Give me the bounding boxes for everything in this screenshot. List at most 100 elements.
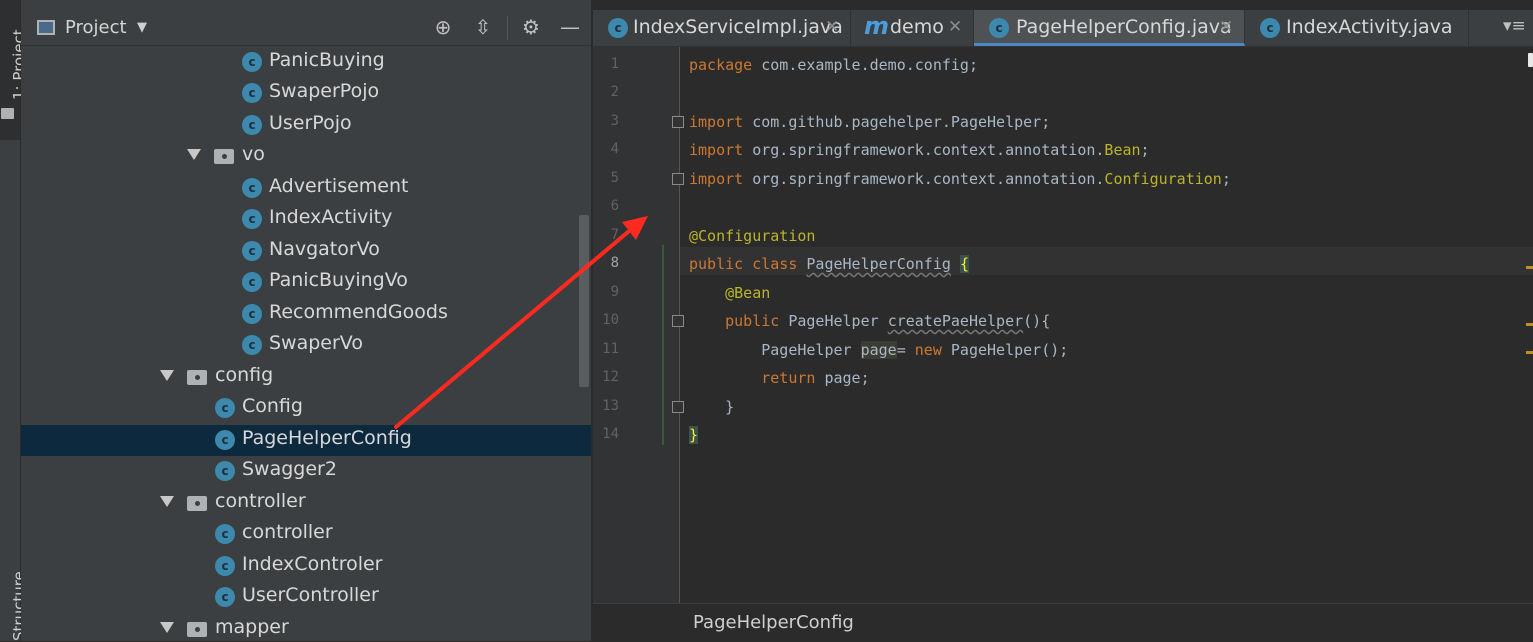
tab-label: PageHelperConfig.java <box>1016 16 1232 38</box>
tree-item[interactable]: c NavgatorVo <box>21 236 591 267</box>
collapse-all-icon[interactable]: ⇳ <box>470 14 496 40</box>
code-token: page <box>860 341 897 359</box>
tree-folder[interactable]: config <box>21 362 591 393</box>
code-token: import <box>689 113 744 131</box>
line-number: 5 <box>610 170 619 186</box>
class-icon: c <box>242 272 262 292</box>
package-folder-icon <box>187 496 207 511</box>
project-view-selector[interactable]: Project <box>65 17 127 38</box>
fold-icon[interactable] <box>672 173 684 185</box>
close-icon[interactable]: ✕ <box>825 17 839 37</box>
tree-item-selected[interactable]: c PageHelperConfig <box>21 425 591 456</box>
breadcrumb: PageHelperConfig <box>593 603 1533 642</box>
warning-stripe-marker[interactable] <box>1526 351 1533 354</box>
code-token: import <box>689 141 744 159</box>
tree-item-label: UserController <box>242 584 379 606</box>
class-icon: c <box>242 209 262 229</box>
tree-item[interactable]: c IndexControler <box>21 551 591 582</box>
code-token: com.example.demo.config; <box>752 56 978 74</box>
tree-folder[interactable]: mapper <box>21 614 591 641</box>
tab-index-activity[interactable]: c IndexActivity.java <box>1246 10 1469 46</box>
gear-icon[interactable]: ⚙ <box>518 14 544 40</box>
tree-item-label: IndexControler <box>242 553 383 575</box>
code-token: { <box>959 255 969 273</box>
breadcrumb-item[interactable]: PageHelperConfig <box>693 612 854 633</box>
warning-stripe-marker[interactable] <box>1526 323 1533 326</box>
code-token: = <box>896 341 915 359</box>
code-line: return page; <box>689 369 869 387</box>
code-line: import com.github.pagehelper.PageHelper; <box>689 113 1050 131</box>
tab-list-icon[interactable]: ▾≡ <box>1503 16 1526 36</box>
tree-item[interactable]: c SwaperVo <box>21 330 591 361</box>
tree-item[interactable]: c IndexActivity <box>21 204 591 235</box>
tree-item-label: Advertisement <box>269 175 409 197</box>
expand-arrow-icon[interactable] <box>160 370 174 381</box>
line-number: 2 <box>610 84 619 100</box>
fold-icon[interactable] <box>672 401 684 413</box>
folder-icon <box>1 108 14 119</box>
code-token: return <box>761 369 825 387</box>
code-line: import org.springframework.context.annot… <box>689 141 1150 159</box>
tree-item-label: PanicBuyingVo <box>269 269 408 291</box>
code-token: public <box>725 312 789 330</box>
locate-icon[interactable]: ⊕ <box>430 14 456 40</box>
tree-item-label: SwaperPojo <box>269 80 380 102</box>
chevron-down-icon[interactable]: ▼ <box>137 20 147 35</box>
code-token: ; <box>1221 170 1231 188</box>
warning-stripe-marker[interactable] <box>1526 266 1533 269</box>
code-line: public PageHelper createPaeHelper(){ <box>689 312 1050 330</box>
line-number: 8 <box>610 255 619 271</box>
code-editor[interactable]: 1 2 3 4 5 6 7 8 9 10 11 12 13 14 package… <box>593 47 1533 603</box>
code-token: package <box>689 56 753 74</box>
tree-item[interactable]: c controller <box>21 519 591 550</box>
code-token: @Configuration <box>689 227 816 245</box>
expand-arrow-icon[interactable] <box>187 149 201 160</box>
code-line: package com.example.demo.config; <box>689 56 978 74</box>
tree-item[interactable]: c SwaperPojo <box>21 78 591 109</box>
tree-item[interactable]: c UserPojo <box>21 110 591 141</box>
tree-item-label: SwaperVo <box>269 332 363 354</box>
tree-item-label: PanicBuying <box>269 49 385 71</box>
tree-item[interactable]: c Swagger2 <box>21 456 591 487</box>
close-icon[interactable]: ✕ <box>948 17 962 37</box>
fold-icon[interactable] <box>672 116 684 128</box>
tree-item[interactable]: c RecommendGoods <box>21 299 591 330</box>
tree-item[interactable]: c UserController <box>21 582 591 613</box>
tree-item[interactable]: c Advertisement <box>21 173 591 204</box>
tab-label: IndexServiceImpl.java <box>633 16 843 38</box>
line-number: 1 <box>610 56 619 72</box>
tree-scrollbar[interactable] <box>579 215 589 387</box>
class-icon: c <box>215 524 235 544</box>
code-token: public class <box>689 255 807 273</box>
code-token: PageHelper <box>761 341 861 359</box>
tab-demo[interactable]: m demo ✕ <box>851 10 974 46</box>
tree-item[interactable]: c PanicBuyingVo <box>21 267 591 298</box>
project-tool-button[interactable]: 1: Project <box>0 0 28 140</box>
code-token: createPaeHelper <box>887 312 1024 330</box>
expand-arrow-icon[interactable] <box>160 496 174 507</box>
tree-folder[interactable]: vo <box>21 141 591 172</box>
tree-folder[interactable]: controller <box>21 488 591 519</box>
close-icon[interactable]: ✕ <box>1219 17 1233 37</box>
code-token: ; <box>1140 141 1150 159</box>
expand-arrow-icon[interactable] <box>160 622 174 633</box>
class-icon: c <box>215 587 235 607</box>
line-number: 12 <box>602 369 619 385</box>
tree-item[interactable]: c PanicBuying <box>21 47 591 78</box>
class-icon: c <box>215 461 235 481</box>
code-line: } <box>689 426 699 444</box>
code-token: (){ <box>1023 312 1051 330</box>
line-number: 9 <box>610 284 619 300</box>
vcs-change-marker <box>662 245 664 445</box>
code-token: Configuration <box>1104 170 1222 188</box>
fold-icon[interactable] <box>672 315 684 327</box>
tab-index-service-impl[interactable]: c IndexServiceImpl.java ✕ <box>593 10 851 46</box>
class-icon: c <box>608 18 628 38</box>
package-folder-icon <box>214 149 234 164</box>
tree-item[interactable]: c Config <box>21 393 591 424</box>
hide-panel-icon[interactable]: — <box>557 14 583 40</box>
tab-page-helper-config[interactable]: c PageHelperConfig.java ✕ <box>974 10 1245 46</box>
inspection-status-icon[interactable] <box>1528 53 1533 67</box>
code-token: } <box>689 426 699 444</box>
tree-item-label: Config <box>242 395 303 417</box>
